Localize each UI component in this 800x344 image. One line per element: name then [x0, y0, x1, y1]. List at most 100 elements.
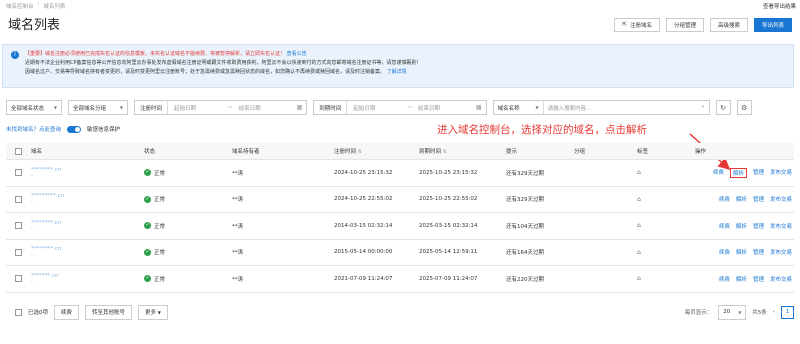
- advanced-search-button[interactable]: 高级搜索: [709, 18, 748, 32]
- row-checkbox[interactable]: [15, 275, 22, 283]
- notice-link-announcement[interactable]: 查看公告: [287, 51, 307, 57]
- chevron-down-icon: ▼: [119, 105, 123, 110]
- select-all-footer-checkbox[interactable]: [15, 308, 22, 316]
- row-checkbox[interactable]: [15, 195, 22, 203]
- check-circle-icon: ✓: [144, 222, 151, 230]
- resolve-link[interactable]: 解析: [736, 275, 747, 283]
- owner-cell: **涛: [232, 197, 244, 204]
- renew-link[interactable]: 续费: [713, 168, 724, 178]
- status-filter-select[interactable]: 全部域名状态 ▼: [6, 100, 62, 115]
- tag-icon[interactable]: ⌂: [637, 275, 641, 282]
- breadcrumb-item-console[interactable]: 域名控制台: [6, 2, 34, 10]
- resolve-link[interactable]: 解析: [729, 167, 747, 178]
- exp-date-range[interactable]: 到期时间 起始日期 ~ 结束日期 ▦: [313, 100, 487, 115]
- export-results-link[interactable]: 查看导出结果: [763, 2, 796, 10]
- exp-date-cell: 2025-03-15 02:32:14: [419, 222, 478, 229]
- calendar-icon: ▦: [296, 104, 303, 111]
- sell-link[interactable]: 发布交易: [770, 168, 792, 178]
- export-list-button[interactable]: 导出列表: [753, 18, 792, 32]
- resolve-link[interactable]: 解析: [736, 195, 747, 203]
- domain-not-found-link[interactable]: 未找到域名？点此查询: [6, 125, 61, 133]
- row-actions: 续费 解析 管理 发布交易: [689, 248, 794, 256]
- renew-link[interactable]: 续费: [719, 248, 730, 256]
- more-button[interactable]: 更多 ▼: [138, 304, 168, 320]
- privacy-toggle[interactable]: [67, 125, 82, 133]
- table-row: ********.cn - ✓ 正常 **涛 2014-03-15 02:32:14…: [6, 213, 794, 240]
- row-actions: 续费 解析 管理 发布交易: [689, 222, 794, 230]
- domain-name-link[interactable]: ********.cn: [31, 246, 144, 252]
- notice-banner: ! 【重要】域名注册必须使用已完成实名认证的信息模板，未实名认证域名不能续费、将…: [2, 44, 794, 88]
- tag-icon[interactable]: ⌂: [637, 196, 641, 203]
- breadcrumb-separator: /: [37, 2, 40, 8]
- privacy-toggle-label: 敏感信息保护: [87, 127, 121, 133]
- page-number[interactable]: 1: [781, 305, 794, 319]
- reg-date-cell: 2015-05-14 00:00:00: [334, 249, 393, 256]
- reg-date-range[interactable]: 注册时间 起始日期 ~ 结束日期 ▦: [134, 100, 308, 115]
- tag-icon[interactable]: ⌂: [637, 169, 641, 176]
- transfer-account-button[interactable]: 转至其他账号: [85, 304, 133, 320]
- select-all-checkbox[interactable]: [15, 147, 22, 155]
- renew-link[interactable]: 续费: [719, 275, 730, 283]
- col-ops: 操作: [695, 149, 707, 155]
- tutorial-annotation: 进入域名控制台，选择对应的域名，点击解析: [437, 124, 647, 136]
- notice-line-2: 近期有不法企业利用CP备案信息等公开信息向阿里云办事处发布虚假域名注册证明或跟文…: [25, 60, 422, 66]
- manage-link[interactable]: 管理: [753, 168, 764, 178]
- col-reg[interactable]: 注册时间 ⇅: [334, 147, 419, 155]
- row-checkbox[interactable]: [15, 169, 22, 177]
- notice-link-details[interactable]: 了解详情: [387, 69, 407, 75]
- sell-link[interactable]: 发布交易: [770, 248, 792, 256]
- group-manage-button[interactable]: 分组管理: [665, 18, 704, 32]
- row-actions: 续费 解析 管理 发布交易: [689, 275, 794, 283]
- settings-button[interactable]: ⚙: [736, 100, 752, 115]
- batch-renew-button[interactable]: 续费: [54, 304, 80, 320]
- owner-cell: **涛: [232, 170, 244, 177]
- domain-name-link[interactable]: ********.cn: [31, 167, 144, 173]
- group-filter-select[interactable]: 全部域名分组 ▼: [68, 100, 128, 115]
- sell-link[interactable]: 发布交易: [770, 195, 792, 203]
- tag-icon[interactable]: ⌂: [637, 249, 641, 256]
- header-actions: ⇱ 注册域名 分组管理 高级搜索 导出列表: [614, 18, 792, 32]
- per-page-select[interactable]: 20 ▼: [718, 304, 747, 320]
- manage-link[interactable]: 管理: [753, 248, 764, 256]
- resolve-link[interactable]: 解析: [736, 248, 747, 256]
- register-domain-button[interactable]: ⇱ 注册域名: [614, 18, 660, 32]
- owner-cell: **涛: [232, 250, 244, 257]
- search-icon[interactable]: ⌕: [702, 104, 705, 111]
- domain-name-link[interactable]: *******.cn: [31, 273, 144, 279]
- reg-date-cell: 2014-03-15 02:32:14: [334, 222, 393, 229]
- per-page-label: 每页显示：: [684, 310, 713, 316]
- refresh-button[interactable]: ↻: [715, 100, 731, 115]
- notice-line-1: 【重要】域名注册必须使用已完成实名认证的信息模板，未实名认证域名不能续费、将被暂…: [25, 51, 307, 57]
- domain-name-link[interactable]: *********.cn: [31, 193, 144, 199]
- col-tip: 提示: [506, 149, 518, 155]
- sell-link[interactable]: 发布交易: [770, 222, 792, 230]
- exp-date-cell: 2025-10-25 22:55:02: [419, 196, 478, 203]
- col-exp[interactable]: 到期时间 ⇅: [419, 147, 506, 155]
- manage-link[interactable]: 管理: [753, 222, 764, 230]
- row-checkbox[interactable]: [15, 248, 22, 256]
- check-circle-icon: ✓: [144, 195, 151, 203]
- col-status: 状态: [144, 149, 156, 155]
- check-circle-icon: ✓: [144, 169, 151, 177]
- manage-link[interactable]: 管理: [753, 195, 764, 203]
- manage-link[interactable]: 管理: [753, 275, 764, 283]
- sell-link[interactable]: 发布交易: [770, 275, 792, 283]
- tag-icon[interactable]: ⌂: [637, 222, 641, 229]
- domain-sub: -: [31, 172, 33, 179]
- search-field-select[interactable]: 域名名称 ▼: [493, 101, 544, 114]
- exp-date-cell: 2025-05-14 12:59:11: [419, 249, 478, 256]
- renew-link[interactable]: 续费: [719, 195, 730, 203]
- prev-page-icon[interactable]: ‹: [773, 309, 775, 315]
- table-row: ********.cn - ✓ 正常 **涛 2024-10-25 23:15:32…: [6, 160, 794, 187]
- search-input[interactable]: 请输入搜索内容... ⌕: [544, 101, 709, 114]
- check-circle-icon: ✓: [144, 248, 151, 256]
- resolve-link[interactable]: 解析: [736, 222, 747, 230]
- domain-table: 域名 状态 域名持有者 注册时间 ⇅ 到期时间 ⇅ 提示 分组 标签 操作 **…: [6, 143, 794, 293]
- row-actions: 续费 解析 管理 发布交易: [689, 195, 794, 203]
- renew-link[interactable]: 续费: [719, 222, 730, 230]
- expiry-tip-cell: 还有329天过期: [506, 197, 544, 204]
- table-footer: 已选0项 续费 转至其他账号 更多 ▼ 每页显示： 20 ▼ 共5条 ‹ 1: [6, 303, 794, 321]
- row-checkbox[interactable]: [15, 222, 22, 230]
- domain-name-link[interactable]: ********.cn: [31, 220, 144, 226]
- reg-date-cell: 2021-07-09 11:24:07: [334, 275, 393, 282]
